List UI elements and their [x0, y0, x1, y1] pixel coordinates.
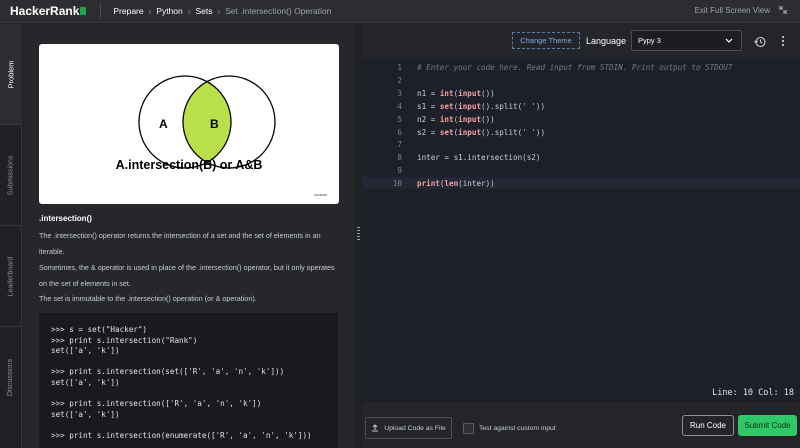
- breadcrumb-current: Set .intersection() Operation: [225, 6, 332, 16]
- line-number: 6: [397, 127, 402, 137]
- run-code-button[interactable]: Run Code: [682, 415, 734, 436]
- code-line[interactable]: n2 = int(input()): [417, 115, 495, 124]
- tab-discussions[interactable]: Discussions: [0, 327, 22, 427]
- tab-leaderboard-label: Leaderboard: [7, 256, 15, 296]
- upload-code-button[interactable]: Upload Code as File: [365, 417, 452, 439]
- description-paragraph-2: Sometimes, the & operator is used in pla…: [39, 263, 335, 288]
- editor-toolbar: Change Theme Language Pypy 3: [362, 24, 800, 59]
- code-editor[interactable]: 1 2 3 4 5 6 7 8 9 10 # Enter your code here. Read…: [362, 59, 800, 394]
- tab-submissions[interactable]: Submissions: [0, 125, 22, 225]
- sidebar: Problem Submissions Leaderboard Discussi…: [0, 24, 22, 448]
- breadcrumb-python[interactable]: Python: [156, 6, 182, 16]
- action-bar: Upload Code as File Test against custom …: [362, 402, 800, 448]
- description-paragraph-3: The set is immutable to the .intersectio…: [39, 294, 257, 303]
- chevron-right-icon: ›: [148, 6, 152, 16]
- upload-code-label: Upload Code as File: [384, 424, 446, 432]
- breadcrumb-sets[interactable]: Sets: [195, 6, 212, 16]
- line-number: 7: [397, 140, 402, 150]
- venn-circles: [138, 75, 276, 169]
- venn-caption: A.intersection(B) or A&B: [115, 158, 263, 172]
- chevron-right-icon: ›: [217, 6, 221, 16]
- line-number: 8: [397, 153, 402, 163]
- line-number: 5: [397, 114, 402, 124]
- line-number: 3: [397, 88, 402, 98]
- venn-credit: SLIDESM: [313, 193, 327, 197]
- language-select[interactable]: Pypy 3: [631, 30, 742, 51]
- description-paragraph-1: The .intersection() operator returns the…: [39, 231, 321, 256]
- chevron-right-icon: ›: [187, 6, 191, 16]
- custom-input-checkbox[interactable]: [463, 423, 474, 434]
- drag-handle-icon[interactable]: [357, 227, 360, 241]
- example-code: >>> s = set("Hacker") >>> print s.inters…: [51, 325, 312, 440]
- submit-code-button[interactable]: Submit Code: [738, 415, 797, 436]
- language-label: Language: [586, 36, 627, 46]
- line-number: 9: [397, 166, 402, 176]
- tab-discussions-label: Discussions: [7, 358, 15, 396]
- more-options-icon[interactable]: [781, 35, 785, 47]
- tab-submissions-label: Submissions: [7, 155, 15, 195]
- tab-problem-label: Problem: [6, 60, 16, 88]
- tab-problem[interactable]: Problem: [0, 24, 22, 124]
- line-number: 4: [397, 101, 402, 111]
- code-line[interactable]: s2 = set(input().split(' ')): [417, 128, 545, 137]
- code-line[interactable]: inter = s1.intersection(s2): [417, 153, 540, 162]
- hackerrank-logo[interactable]: HackerRank: [10, 4, 87, 18]
- example-code-block: >>> s = set("Hacker") >>> print s.inters…: [39, 313, 338, 448]
- exit-fullscreen-link[interactable]: Exit Full Screen View: [695, 6, 770, 15]
- venn-label-b: B: [210, 117, 219, 131]
- custom-input-label: Test against custom input: [479, 425, 556, 432]
- panel-resizer[interactable]: [355, 24, 362, 448]
- line-number: 2: [397, 75, 402, 85]
- problem-panel: A B A.intersection(B) or A&B SLIDESM .in…: [23, 24, 355, 448]
- logo-mark-icon: [80, 7, 87, 15]
- top-bar: HackerRank Prepare › Python › Sets › Set…: [0, 0, 800, 23]
- venn-diagram: A B A.intersection(B) or A&B SLIDESM: [39, 44, 339, 204]
- breadcrumb: Prepare › Python › Sets › Set .intersect…: [100, 4, 331, 18]
- line-number: 1: [397, 63, 402, 72]
- logo-text: HackerRank: [10, 4, 80, 18]
- line-number: 10: [392, 179, 402, 189]
- breadcrumb-prepare[interactable]: Prepare: [113, 6, 143, 16]
- code-line[interactable]: # Enter your code here. Read input from …: [417, 63, 732, 72]
- code-line[interactable]: s1 = set(input().split(' ')): [417, 102, 545, 111]
- cursor-position: Line: 10 Col: 18: [712, 388, 794, 398]
- code-line[interactable]: print(len(inter)): [417, 179, 495, 188]
- upload-icon: [372, 424, 379, 432]
- editor-status-bar: Line: 10 Col: 18: [362, 386, 800, 402]
- chevron-down-icon: [725, 38, 733, 43]
- code-line[interactable]: n1 = int(input()): [417, 89, 495, 98]
- venn-label-a: A: [159, 117, 168, 131]
- tab-leaderboard[interactable]: Leaderboard: [0, 226, 22, 326]
- section-title: .intersection(): [39, 214, 92, 223]
- collapse-icon[interactable]: [778, 5, 788, 15]
- language-value: Pypy 3: [638, 36, 661, 45]
- history-icon[interactable]: [754, 36, 766, 48]
- change-theme-button[interactable]: Change Theme: [512, 32, 580, 49]
